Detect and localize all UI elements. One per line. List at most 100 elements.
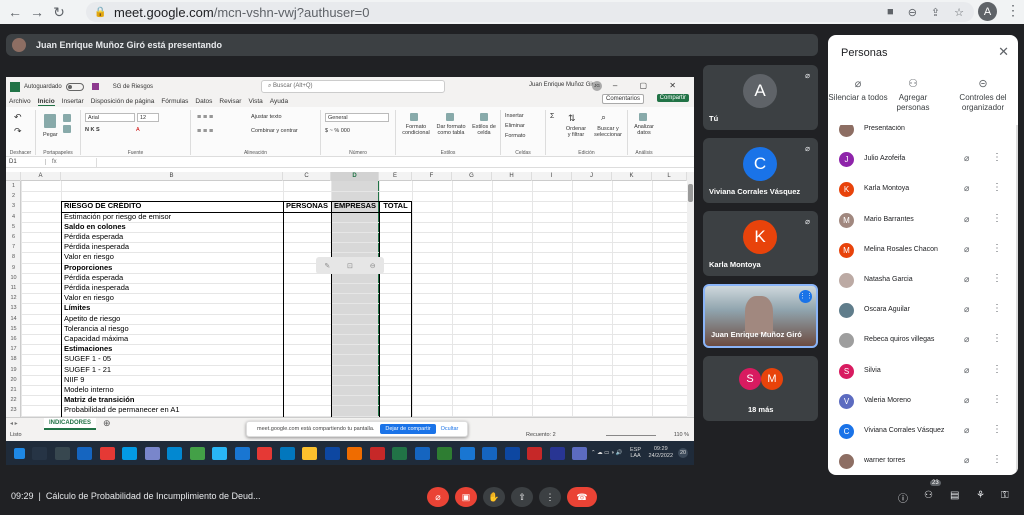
formula-input[interactable] xyxy=(96,157,694,167)
column-header[interactable]: A xyxy=(21,172,61,181)
row-number[interactable]: 9 xyxy=(6,263,21,273)
search-icon[interactable] xyxy=(32,446,47,460)
analyze-icon[interactable] xyxy=(639,113,647,121)
hide-button[interactable]: Ocultar xyxy=(441,426,459,432)
column-header[interactable]: B xyxy=(61,172,283,181)
leave-call-button[interactable]: ☎ xyxy=(567,487,597,507)
spreadsheet-grid[interactable]: A B C D E F G H I J K L 1 2 3 4 5 6 7 8 9 10 11 12 1… xyxy=(6,172,694,427)
participant-item[interactable]: S Silvia ⌀ ⋮ xyxy=(828,357,1018,387)
participant-item[interactable]: M Mario Barrantes ⌀ ⋮ xyxy=(828,206,1018,236)
merge-button[interactable]: Combinar y centrar xyxy=(251,128,298,134)
mic-off-icon[interactable]: ⌀ xyxy=(964,425,969,436)
font-size-select[interactable]: 12 xyxy=(137,113,159,122)
participant-item[interactable]: C Viviana Corrales Vásquez ⌀ ⋮ xyxy=(828,417,1018,447)
more-icon[interactable]: ⋮ xyxy=(992,243,1002,254)
mic-off-button[interactable]: ⌀ xyxy=(427,487,449,507)
share-button[interactable]: Compartir xyxy=(656,94,689,102)
bold-button[interactable]: N K S xyxy=(85,127,100,133)
more-icon[interactable]: ⋮ xyxy=(992,152,1002,163)
stop-icon[interactable]: ⊖ xyxy=(370,262,376,270)
row-number[interactable]: 6 xyxy=(6,232,21,242)
folder-icon[interactable] xyxy=(302,446,317,460)
menu-insertar[interactable]: Insertar xyxy=(62,98,84,105)
zoom-icon[interactable]: ⊡ xyxy=(347,262,353,270)
reload-icon[interactable]: ↻ xyxy=(48,1,70,23)
app-icon[interactable] xyxy=(122,446,137,460)
menu-ayuda[interactable]: Ayuda xyxy=(270,98,288,105)
row-number[interactable]: 3 xyxy=(6,201,21,211)
row-number[interactable]: 1 xyxy=(6,181,21,191)
account-avatar[interactable]: A xyxy=(978,2,997,21)
more-icon[interactable]: ⋮ xyxy=(992,273,1002,284)
menu-datos[interactable]: Datos xyxy=(195,98,212,105)
column-header[interactable]: E xyxy=(379,172,412,181)
app-icon[interactable] xyxy=(527,446,542,460)
find-icon[interactable]: ⌕ xyxy=(601,112,606,123)
excel-icon[interactable] xyxy=(392,446,407,460)
row-number[interactable]: 16 xyxy=(6,334,21,344)
column-header[interactable]: G xyxy=(452,172,492,181)
menu-icon[interactable]: ⋮ xyxy=(1006,2,1020,19)
zoom-slider[interactable] xyxy=(606,435,656,436)
sort-icon[interactable]: ⇅ xyxy=(568,113,576,124)
row-number[interactable]: 11 xyxy=(6,283,21,293)
row-number[interactable]: 7 xyxy=(6,242,21,252)
people-icon[interactable]: ⚇ xyxy=(924,490,933,501)
comments-button[interactable]: Comentarios xyxy=(601,94,644,104)
row-number[interactable]: 18 xyxy=(6,354,21,364)
more-icon[interactable]: ⋮ xyxy=(992,333,1002,344)
row-number[interactable]: 4 xyxy=(6,212,21,222)
camera-icon[interactable]: ■ xyxy=(887,6,894,18)
star-icon[interactable]: ☆ xyxy=(954,6,964,19)
sum-icon[interactable]: Σ xyxy=(550,113,554,120)
insert-cells-button[interactable]: Insertar xyxy=(505,113,524,119)
participant-item[interactable]: J Julio Azofeifa ⌀ ⋮ xyxy=(828,145,1018,175)
row-number[interactable]: 5 xyxy=(6,222,21,232)
app-icon[interactable] xyxy=(549,446,565,460)
back-icon[interactable]: ← xyxy=(4,1,26,23)
mute-all-button[interactable]: ⌀ Silenciar a todos xyxy=(828,79,888,103)
app-icon[interactable] xyxy=(504,446,520,460)
column-header[interactable]: J xyxy=(572,172,612,181)
redo-icon[interactable]: ↷ xyxy=(14,126,22,137)
currency-icon[interactable]: $ ~ % 000 xyxy=(325,128,350,134)
sheet-tab-indicadores[interactable]: INDICADORES xyxy=(44,418,96,430)
row-number[interactable]: 10 xyxy=(6,273,21,283)
more-icon[interactable]: ⋮ xyxy=(992,454,1002,465)
column-header[interactable]: K xyxy=(612,172,652,181)
row-number[interactable]: 21 xyxy=(6,385,21,395)
mic-off-icon[interactable]: ⌀ xyxy=(964,244,969,255)
wrap-text-button[interactable]: Ajustar texto xyxy=(251,114,282,120)
panel-scrollbar[interactable] xyxy=(1016,125,1018,475)
clock[interactable]: 09:29 24/2/2022 xyxy=(649,446,673,460)
copy-icon[interactable] xyxy=(63,125,71,133)
vertical-scrollbar[interactable] xyxy=(687,172,694,417)
app-icon[interactable] xyxy=(167,446,182,460)
excel-user-avatar[interactable]: JG xyxy=(592,81,602,91)
align-icons[interactable]: ≡ ≡ ≡ xyxy=(197,114,213,121)
column-header[interactable]: L xyxy=(652,172,687,181)
menu-formulas[interactable]: Fórmulas xyxy=(161,98,188,105)
column-header[interactable]: C xyxy=(283,172,331,181)
cell-styles-icon[interactable] xyxy=(480,113,488,121)
app-icon[interactable] xyxy=(459,446,475,460)
windows-start-icon[interactable] xyxy=(13,447,25,459)
undo-icon[interactable]: ↶ xyxy=(14,112,22,123)
autosave-toggle[interactable] xyxy=(65,82,84,91)
more-options-button[interactable]: ⋮ xyxy=(539,487,561,507)
participant-item[interactable]: Oscara Aguilar ⌀ ⋮ xyxy=(828,296,1018,326)
paste-icon[interactable] xyxy=(44,114,56,128)
app-icon[interactable] xyxy=(77,446,92,460)
font-color-icon[interactable]: A xyxy=(136,127,140,133)
present-button[interactable]: ⇧ xyxy=(511,487,533,507)
add-sheet-icon[interactable]: ⊕ xyxy=(103,418,111,429)
app-icon[interactable] xyxy=(212,446,227,460)
participant-item[interactable]: Rebeca quiros villegas ⌀ ⋮ xyxy=(828,326,1018,356)
task-view-icon[interactable] xyxy=(54,446,70,460)
stop-sharing-button[interactable]: Dejar de compartir xyxy=(380,424,436,434)
more-icon[interactable]: ⋮ xyxy=(992,213,1002,224)
more-icon[interactable]: ⋮ xyxy=(992,182,1002,193)
participant-item[interactable]: warner torres ⌀ ⋮ xyxy=(828,447,1018,475)
close-icon[interactable]: ✕ xyxy=(998,44,1009,60)
teams-icon[interactable] xyxy=(572,446,587,460)
